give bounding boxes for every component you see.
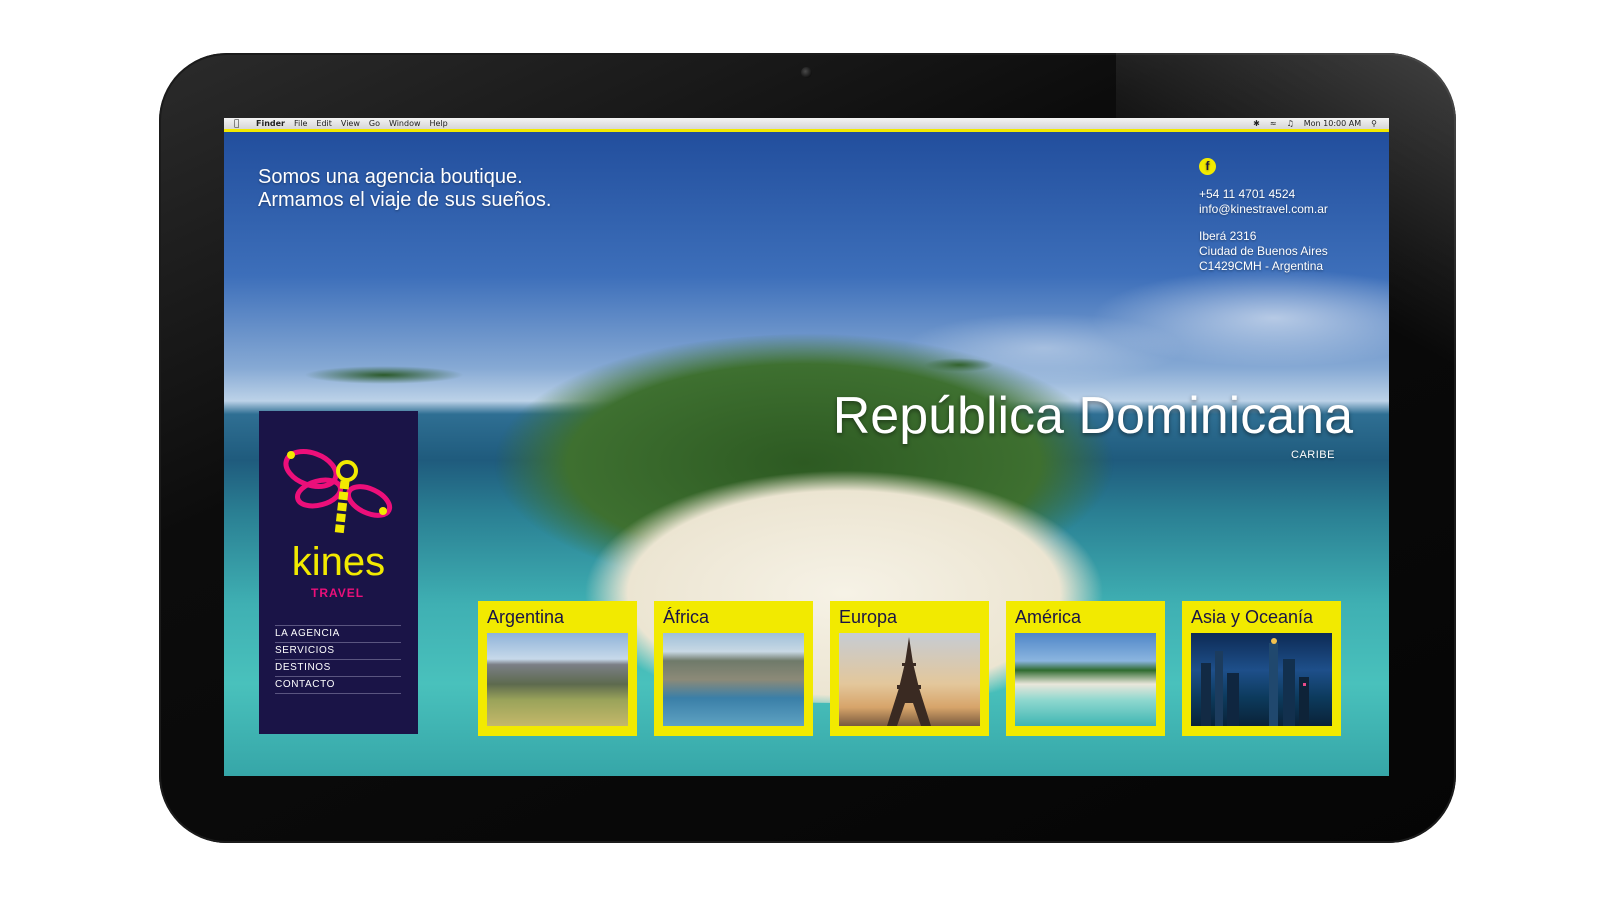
region-photo-europa [839, 633, 980, 726]
region-card-america[interactable]: América [1006, 601, 1165, 736]
menu-finder[interactable]: Finder [256, 119, 285, 128]
destination-title: República Dominicana [832, 387, 1353, 445]
region-label: América [1015, 607, 1082, 627]
tagline-line-1: Somos una agencia boutique. [258, 166, 523, 188]
region-card-asia-oceania[interactable]: Asia y Oceanía [1182, 601, 1341, 736]
contact-block: f +54 11 4701 4524 info@kinestravel.com.… [1199, 158, 1328, 274]
region-label: Asia y Oceanía [1191, 607, 1314, 627]
region-label: África [663, 607, 710, 627]
nav-servicios[interactable]: SERVICIOS [275, 642, 401, 659]
region-photo-asia [1191, 633, 1332, 726]
skyline-icon [1201, 638, 1309, 726]
email-link[interactable]: info@kinestravel.com.ar [1199, 202, 1328, 217]
region-photo-africa [663, 633, 804, 726]
tagline-line-2: Armamos el viaje de sus sueños. [258, 189, 552, 211]
bluetooth-icon[interactable]: ✱ [1253, 119, 1260, 128]
menu-window[interactable]: Window [389, 119, 421, 128]
facebook-icon[interactable]: f [1199, 158, 1216, 175]
address-line-3: C1429CMH - Argentina [1199, 259, 1324, 273]
wifi-icon[interactable]: ≈ [1270, 119, 1277, 128]
menu-help[interactable]: Help [430, 119, 448, 128]
region-photo-america [1015, 633, 1156, 726]
nav-contacto[interactable]: CONTACTO [275, 676, 401, 694]
main-nav: LA AGENCIA SERVICIOS DESTINOS CONTACTO [275, 625, 401, 694]
dragonfly-logo-icon[interactable] [279, 431, 399, 541]
small-island [304, 366, 464, 384]
camera-icon [801, 67, 812, 78]
region-label: Argentina [487, 607, 565, 627]
screen:  Finder File Edit View Go Window Help ✱… [224, 118, 1389, 776]
brand-name[interactable]: kines [259, 541, 418, 583]
menu-bar:  Finder File Edit View Go Window Help ✱… [224, 118, 1389, 132]
spotlight-icon[interactable]: ⚲ [1371, 119, 1377, 128]
region-card-europa[interactable]: Europa [830, 601, 989, 736]
tagline: Somos una agencia boutique. Armamos el v… [258, 166, 551, 212]
destination-region: CARIBE [1291, 449, 1335, 461]
volume-icon[interactable]: ♫ [1287, 119, 1294, 128]
menu-clock[interactable]: Mon 10:00 AM [1304, 119, 1361, 128]
apple-icon[interactable]:  [234, 119, 244, 129]
region-label: Europa [839, 607, 898, 627]
menu-file[interactable]: File [294, 119, 307, 128]
eiffel-tower-icon [887, 637, 931, 726]
region-photo-argentina [487, 633, 628, 726]
phone-number: +54 11 4701 4524 [1199, 187, 1296, 201]
nav-la-agencia[interactable]: LA AGENCIA [275, 625, 401, 642]
brand-subtitle: TRAVEL [311, 586, 365, 600]
address-line-2: Ciudad de Buenos Aires [1199, 244, 1328, 258]
menu-view[interactable]: View [341, 119, 360, 128]
address-line-1: Iberá 2316 [1199, 229, 1257, 243]
logo-panel: kines TRAVEL LA AGENCIA SERVICIOS DESTIN… [259, 411, 418, 734]
region-card-africa[interactable]: África [654, 601, 813, 736]
region-card-argentina[interactable]: Argentina [478, 601, 637, 736]
nav-destinos[interactable]: DESTINOS [275, 659, 401, 676]
menu-edit[interactable]: Edit [316, 119, 332, 128]
menu-go[interactable]: Go [369, 119, 380, 128]
